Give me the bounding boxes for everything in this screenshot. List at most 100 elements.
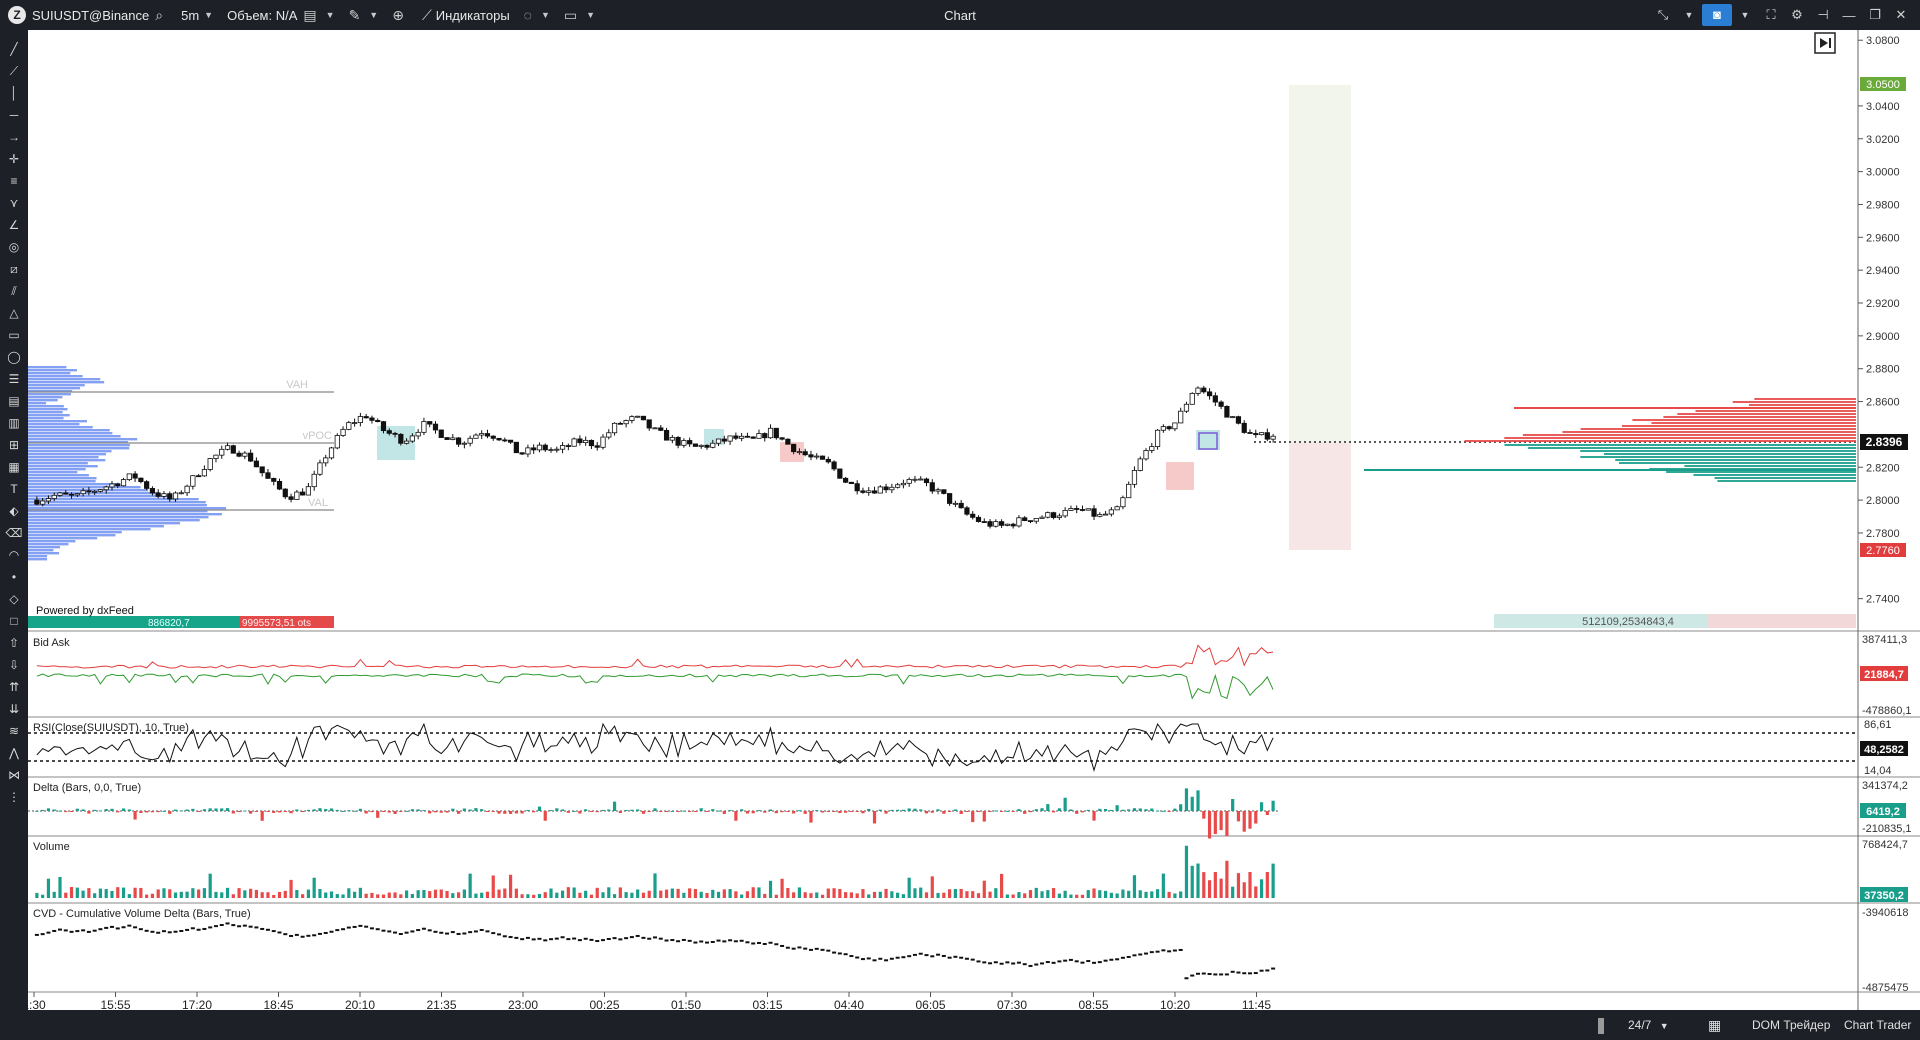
rectangle-icon[interactable]: ▭ — [4, 324, 24, 346]
maximize-icon[interactable]: ❐ — [1862, 7, 1888, 23]
layout-button[interactable]: ▭ ▼ — [564, 7, 595, 24]
pitchfork-icon[interactable]: ⋎ — [4, 192, 24, 214]
candle — [184, 484, 190, 497]
price-tick-label: 3.0800 — [1866, 35, 1900, 47]
volume-bar — [988, 891, 992, 898]
target-icon[interactable]: ◎ — [4, 236, 24, 258]
volume-bar — [46, 878, 51, 898]
wave-icon[interactable]: ≋ — [4, 720, 24, 742]
triangle-icon[interactable]: △ — [4, 302, 24, 324]
arrow-up-icon[interactable]: ⇧ — [4, 632, 24, 654]
arrow-down-icon[interactable]: ⇩ — [4, 654, 24, 676]
ray-tool-icon[interactable]: ⟋ — [4, 60, 24, 82]
square-icon[interactable]: □ — [4, 610, 24, 632]
minimize-icon[interactable]: — — [1836, 8, 1862, 23]
chart-area[interactable]: VAH vPOC VAL Powered by dxFeed 886820,7 … — [28, 30, 1920, 1040]
cvd-bar — [1178, 948, 1183, 951]
delta-bar — [1190, 796, 1194, 811]
volume-bar — [1161, 873, 1165, 898]
fib-icon[interactable]: ⫽ — [4, 280, 24, 302]
delta-bar — [139, 811, 143, 814]
more-tools-icon[interactable]: ⋮ — [4, 786, 24, 808]
calendar-icon[interactable]: ▦ — [1708, 1010, 1721, 1040]
delta-bar — [543, 811, 547, 821]
chart-trader-button[interactable]: Chart Trader — [1844, 1010, 1911, 1040]
volume-bar — [907, 877, 911, 898]
chart-canvas[interactable]: VAH vPOC VAL Powered by dxFeed 886820,7 … — [28, 30, 1920, 1040]
volume-bar — [428, 891, 432, 898]
long-position-tool[interactable] — [1289, 85, 1351, 550]
scroll-handle[interactable] — [1598, 1010, 1604, 1040]
volume-bar — [364, 893, 368, 898]
volume-bar — [930, 876, 934, 898]
candle — [1085, 508, 1091, 511]
bars-icon[interactable]: ▦ — [4, 456, 24, 478]
candle — [1074, 505, 1080, 514]
cvd-bar — [104, 926, 109, 929]
vertical-line-icon[interactable]: │ — [4, 82, 24, 104]
time-axis[interactable]: 1:3015:5517:2018:4520:1021:3523:0000:250… — [28, 992, 1271, 1012]
eraser-icon[interactable]: ⌫ — [4, 522, 24, 544]
zigzag-icon[interactable]: ⋀ — [4, 742, 24, 764]
delta-bar — [243, 810, 247, 812]
volume-bar — [1086, 890, 1090, 898]
timeframe-selector[interactable]: 5m ▼ — [181, 8, 213, 23]
text-tool-icon[interactable]: T — [4, 478, 24, 500]
candle — [1172, 422, 1178, 432]
search-icon[interactable]: ⌕ — [155, 7, 163, 24]
long-position-icon[interactable]: ⇈ — [4, 676, 24, 698]
arrow-tool-icon[interactable]: → — [4, 126, 24, 148]
lasso-icon[interactable]: ◠ — [4, 544, 24, 566]
profile-bar — [28, 375, 83, 378]
trend-angle-icon[interactable]: ∠ — [4, 214, 24, 236]
jump-to-latest-button[interactable] — [1814, 32, 1836, 54]
pin-icon[interactable]: ⊣ — [1810, 7, 1836, 23]
volume-selector[interactable]: Объем: N/A ▤ ▼ — [227, 7, 334, 24]
line-tool-icon[interactable]: ╱ — [4, 38, 24, 60]
tag-icon[interactable]: ⬖ — [4, 500, 24, 522]
volume-bar — [1115, 893, 1119, 898]
cvd-bar — [81, 929, 86, 932]
price-axis[interactable]: 3.0800 3.0400 3.0200 3.0000 2.9800 2.9600 2.94… — [1858, 35, 1900, 606]
delta-bar — [208, 808, 212, 811]
arrows-icon[interactable]: ⤡ — [1650, 7, 1676, 23]
symbol-selector[interactable]: SUIUSDT@Binance ⌕ — [32, 7, 167, 24]
diamond-icon[interactable]: ◇ — [4, 588, 24, 610]
crosshair-icon[interactable]: ✛ — [4, 148, 24, 170]
session-selector[interactable]: 24/7 ▼ — [1628, 1010, 1669, 1040]
indicators-button[interactable]: ⟋ Индикаторы — [422, 7, 510, 24]
zoom-button[interactable]: ⊕ — [392, 7, 408, 24]
templates-button[interactable]: ◌ ▼ — [524, 7, 550, 23]
volume-bar — [249, 888, 253, 898]
ellipse-icon[interactable]: ◯ — [4, 346, 24, 368]
fullscreen-icon[interactable]: ⛶ — [1758, 7, 1784, 23]
close-icon[interactable]: ✕ — [1888, 7, 1914, 23]
cvd-bar — [306, 934, 311, 937]
channel-icon[interactable]: ≡ — [4, 170, 24, 192]
pattern-icon[interactable]: ⋈ — [4, 764, 24, 786]
horizontal-line-icon[interactable]: ─ — [4, 104, 24, 126]
ruler-icon[interactable]: ⧄ — [4, 258, 24, 280]
profile-bar — [28, 462, 88, 465]
calculator-icon[interactable]: ▤ — [303, 7, 316, 24]
zoom-icon[interactable]: ⊕ — [392, 7, 404, 24]
volume-bar — [422, 889, 426, 898]
gear-icon[interactable]: ⚙ — [1784, 7, 1810, 23]
delta-bar — [612, 801, 617, 811]
camera-icon[interactable]: ◙ — [1702, 4, 1732, 26]
pencil-icon[interactable]: ✎ — [349, 7, 361, 24]
levels-icon[interactable]: ☰ — [4, 368, 24, 390]
drawing-tool-selector[interactable]: ✎ ▼ — [349, 7, 379, 24]
delta-bar — [1098, 808, 1102, 811]
cvd-bar — [560, 936, 565, 939]
profile-icon[interactable]: ▤ — [4, 390, 24, 412]
volume-bar — [1080, 894, 1085, 898]
range-icon[interactable]: ⊞ — [4, 434, 24, 456]
dot-icon[interactable]: • — [4, 566, 24, 588]
chevron-down-icon[interactable]: ▼ — [1676, 10, 1702, 20]
histogram-icon[interactable]: ▥ — [4, 412, 24, 434]
chevron-down-icon[interactable]: ▼ — [1732, 10, 1758, 20]
profile-bar — [28, 513, 222, 516]
dom-trader-button[interactable]: DOM Трейдер — [1752, 1010, 1830, 1040]
short-position-icon[interactable]: ⇊ — [4, 698, 24, 720]
